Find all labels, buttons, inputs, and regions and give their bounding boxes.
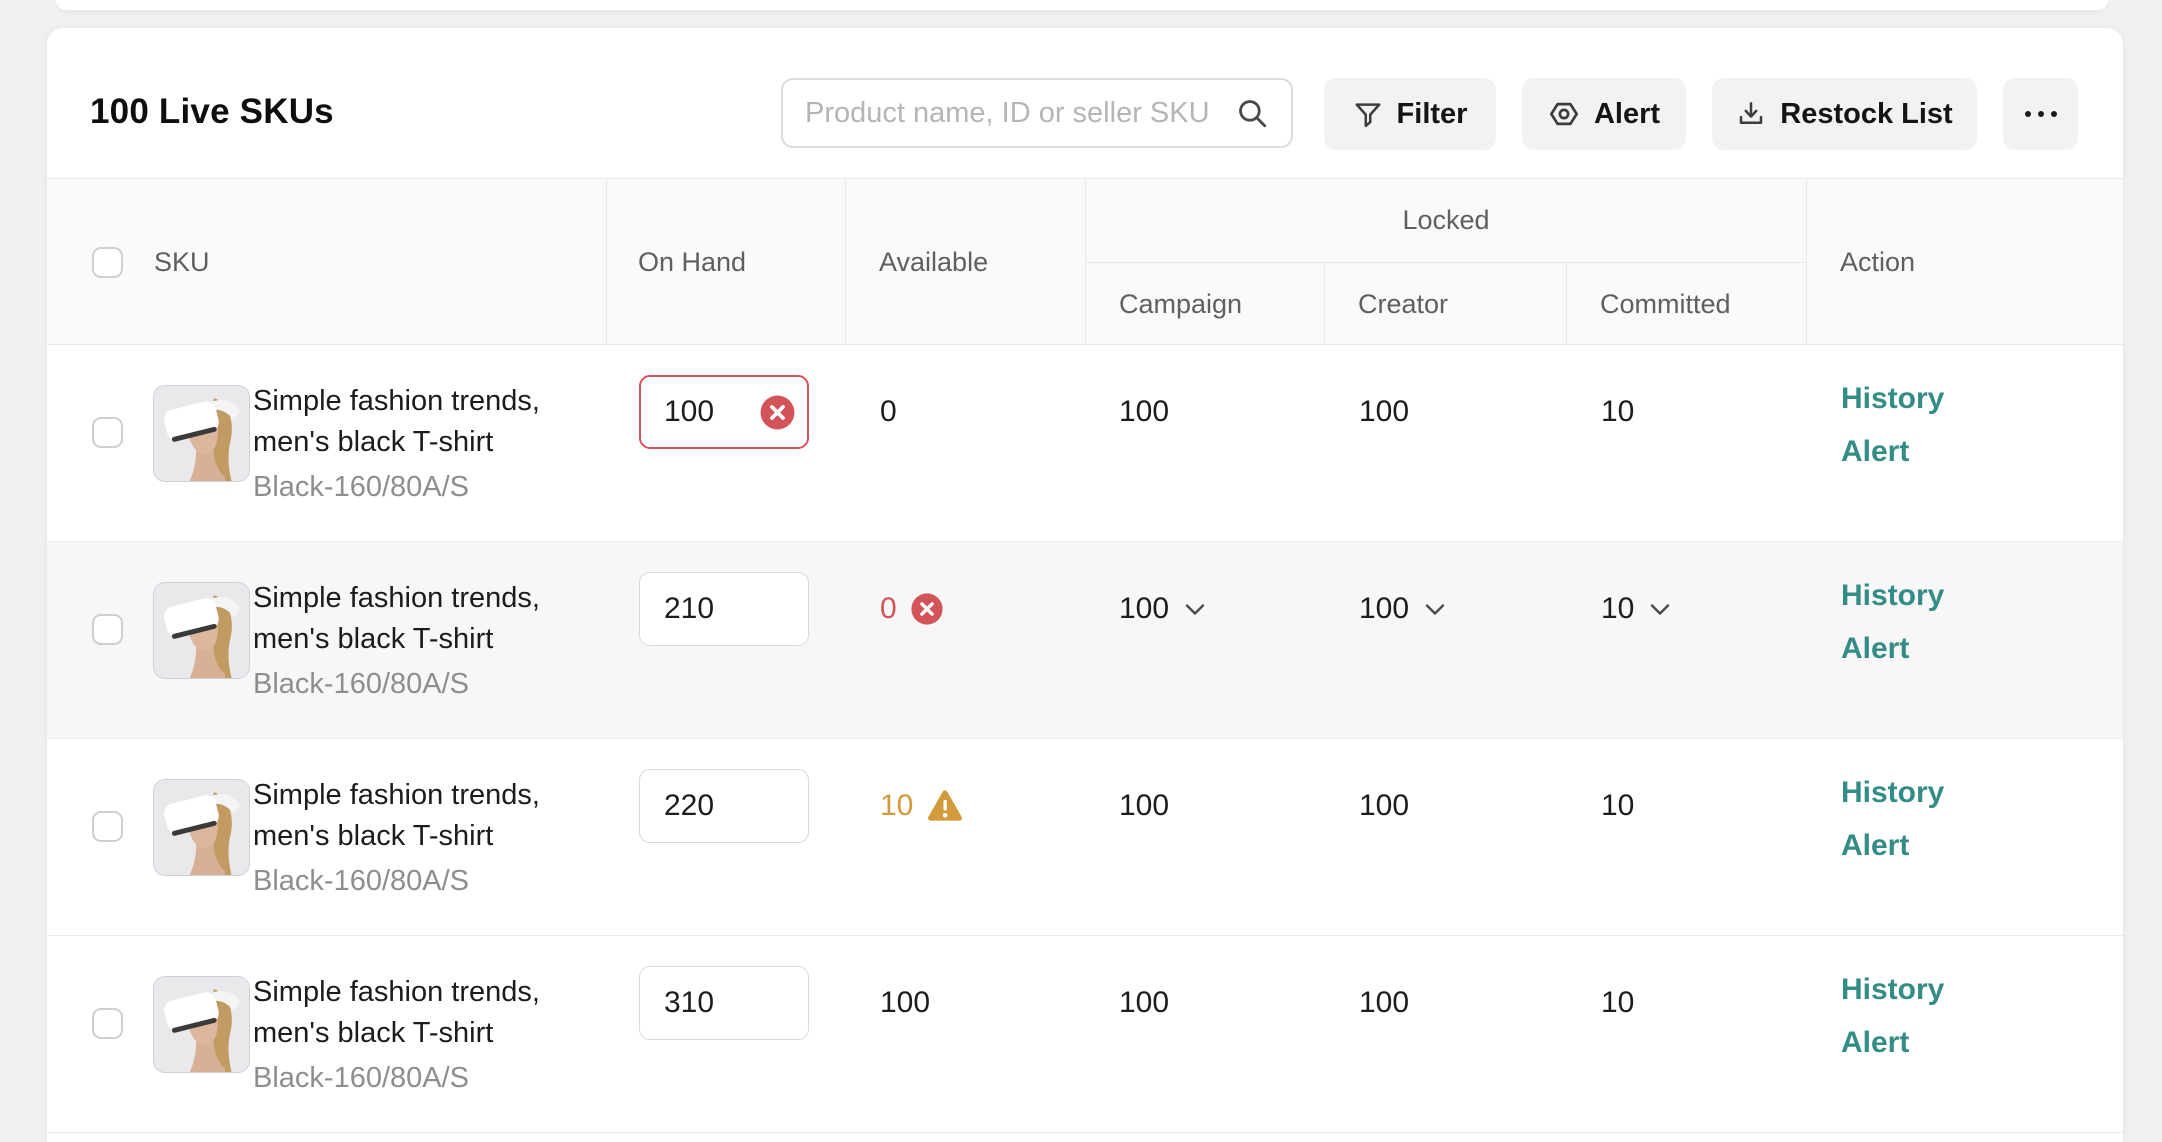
table-row: Simple fashion trends, men's black T-shi… xyxy=(47,936,2123,1133)
campaign-locked-value: 100 xyxy=(1119,789,1169,823)
row-checkbox[interactable] xyxy=(92,417,123,448)
on-hand-input[interactable] xyxy=(639,572,809,646)
column-header-available: Available xyxy=(879,247,988,278)
campaign-locked-dropdown[interactable]: 100 xyxy=(1119,572,1205,646)
search-input-wrapper xyxy=(781,78,1293,148)
committed-dropdown[interactable]: 10 xyxy=(1601,572,1670,646)
filter-button-label: Filter xyxy=(1397,98,1468,131)
chevron-down-icon xyxy=(1650,603,1670,616)
product-variant: Black-160/80A/S xyxy=(253,1058,469,1099)
panel-header: 100 Live SKUs Filter Alert xyxy=(47,76,2123,148)
search-icon xyxy=(1235,96,1269,130)
committed-value: 10 xyxy=(1601,986,1634,1020)
alert-link[interactable]: Alert xyxy=(1841,1025,1944,1061)
table-header: SKU On Hand Available Locked Campaign Cr… xyxy=(47,178,2123,345)
product-name: Simple fashion trends, men's black T-shi… xyxy=(253,972,540,1054)
product-variant: Black-160/80A/S xyxy=(253,861,469,902)
alert-link[interactable]: Alert xyxy=(1841,828,1944,864)
campaign-locked-value: 100 xyxy=(1119,986,1169,1020)
chevron-down-icon xyxy=(1185,603,1205,616)
restock-list-button[interactable]: Restock List xyxy=(1712,78,1977,150)
on-hand-input[interactable] xyxy=(639,966,809,1040)
download-icon xyxy=(1736,99,1766,129)
on-hand-input[interactable] xyxy=(639,769,809,843)
committed-value: 10 xyxy=(1601,395,1634,429)
product-name: Simple fashion trends, men's black T-shi… xyxy=(253,775,540,857)
committed-value: 10 xyxy=(1601,789,1634,823)
previous-card-bottom-edge xyxy=(56,0,2108,10)
column-group-locked: Locked xyxy=(1402,205,1489,236)
alert-button-label: Alert xyxy=(1594,98,1660,131)
row-checkbox[interactable] xyxy=(92,614,123,645)
campaign-locked-value: 100 xyxy=(1119,395,1169,429)
ellipsis-icon xyxy=(2025,111,2057,117)
history-link[interactable]: History xyxy=(1841,578,1944,614)
product-name: Simple fashion trends, men's black T-shi… xyxy=(253,578,540,660)
restock-button-label: Restock List xyxy=(1780,98,1952,131)
chevron-down-icon xyxy=(1425,603,1445,616)
filter-button[interactable]: Filter xyxy=(1324,78,1496,150)
search-input[interactable] xyxy=(805,97,1235,130)
history-link[interactable]: History xyxy=(1841,381,1944,417)
inventory-panel: 100 Live SKUs Filter Alert xyxy=(47,28,2123,1142)
warning-triangle-icon xyxy=(926,789,964,823)
product-thumbnail xyxy=(153,779,250,876)
error-circle-icon xyxy=(910,592,944,626)
column-header-committed: Committed xyxy=(1600,289,1731,320)
product-name: Simple fashion trends, men's black T-shi… xyxy=(253,381,540,463)
column-header-sku: SKU xyxy=(154,247,210,278)
table-row: Simple fashion trends, men's black T-shi… xyxy=(47,739,2123,936)
creator-locked-value: 100 xyxy=(1359,986,1409,1020)
product-thumbnail xyxy=(153,976,250,1073)
creator-locked-value: 100 xyxy=(1359,395,1409,429)
column-header-creator: Creator xyxy=(1358,289,1448,320)
page-title: 100 Live SKUs xyxy=(90,76,334,148)
column-header-on-hand: On Hand xyxy=(638,247,746,278)
select-all-checkbox[interactable] xyxy=(92,247,123,278)
row-checkbox[interactable] xyxy=(92,811,123,842)
product-thumbnail xyxy=(153,385,250,482)
product-variant: Black-160/80A/S xyxy=(253,467,469,508)
available-value: 100 xyxy=(880,986,930,1020)
alert-hexagon-icon xyxy=(1548,98,1580,130)
table-row: Simple fashion trends, men's black T-shi… xyxy=(47,542,2123,739)
creator-locked-dropdown[interactable]: 100 xyxy=(1359,572,1445,646)
error-circle-icon xyxy=(759,394,796,431)
creator-locked-value: 100 xyxy=(1359,789,1409,823)
available-value: 0 xyxy=(880,592,897,626)
alert-link[interactable]: Alert xyxy=(1841,631,1944,667)
alert-button[interactable]: Alert xyxy=(1522,78,1686,150)
available-value: 10 xyxy=(880,789,913,823)
alert-link[interactable]: Alert xyxy=(1841,434,1944,470)
history-link[interactable]: History xyxy=(1841,775,1944,811)
history-link[interactable]: History xyxy=(1841,972,1944,1008)
available-value: 0 xyxy=(880,395,897,429)
more-options-button[interactable] xyxy=(2003,78,2078,150)
product-thumbnail xyxy=(153,582,250,679)
column-header-campaign: Campaign xyxy=(1119,289,1242,320)
row-checkbox[interactable] xyxy=(92,1008,123,1039)
table-row: Simple fashion trends, men's black T-shi… xyxy=(47,345,2123,542)
product-variant: Black-160/80A/S xyxy=(253,664,469,705)
column-header-action: Action xyxy=(1840,247,1915,278)
filter-funnel-icon xyxy=(1353,99,1383,129)
